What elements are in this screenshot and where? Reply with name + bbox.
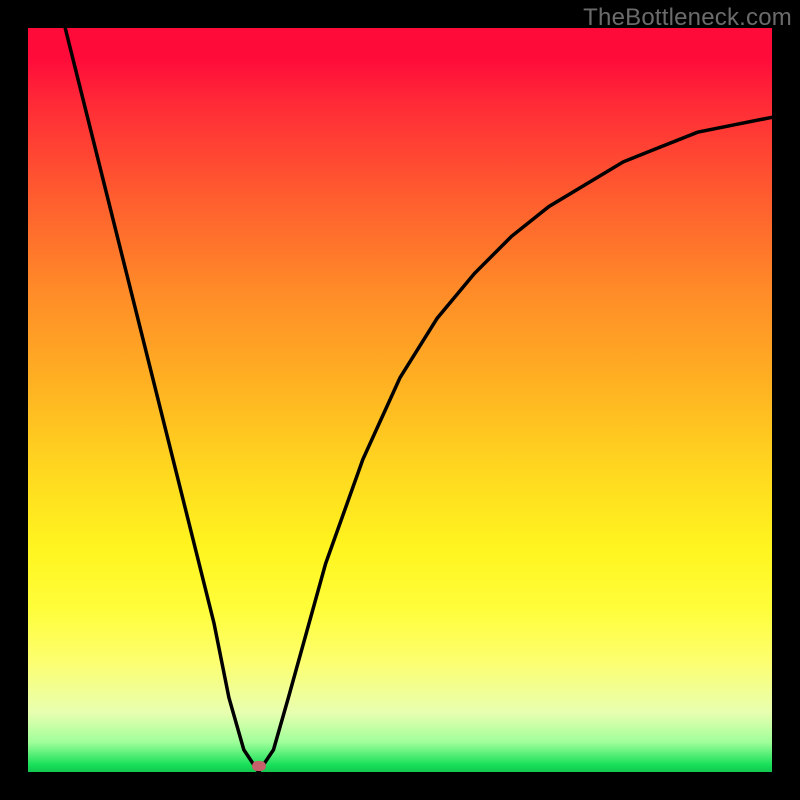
chart-frame: TheBottleneck.com [0,0,800,800]
watermark-label: TheBottleneck.com [583,4,792,32]
optimal-marker [252,761,266,771]
curve-path [65,28,772,772]
bottleneck-curve [28,28,772,772]
plot-area [28,28,772,772]
